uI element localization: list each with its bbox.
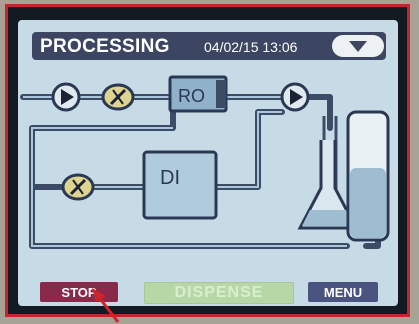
pointer-arrow-icon — [92, 288, 120, 323]
